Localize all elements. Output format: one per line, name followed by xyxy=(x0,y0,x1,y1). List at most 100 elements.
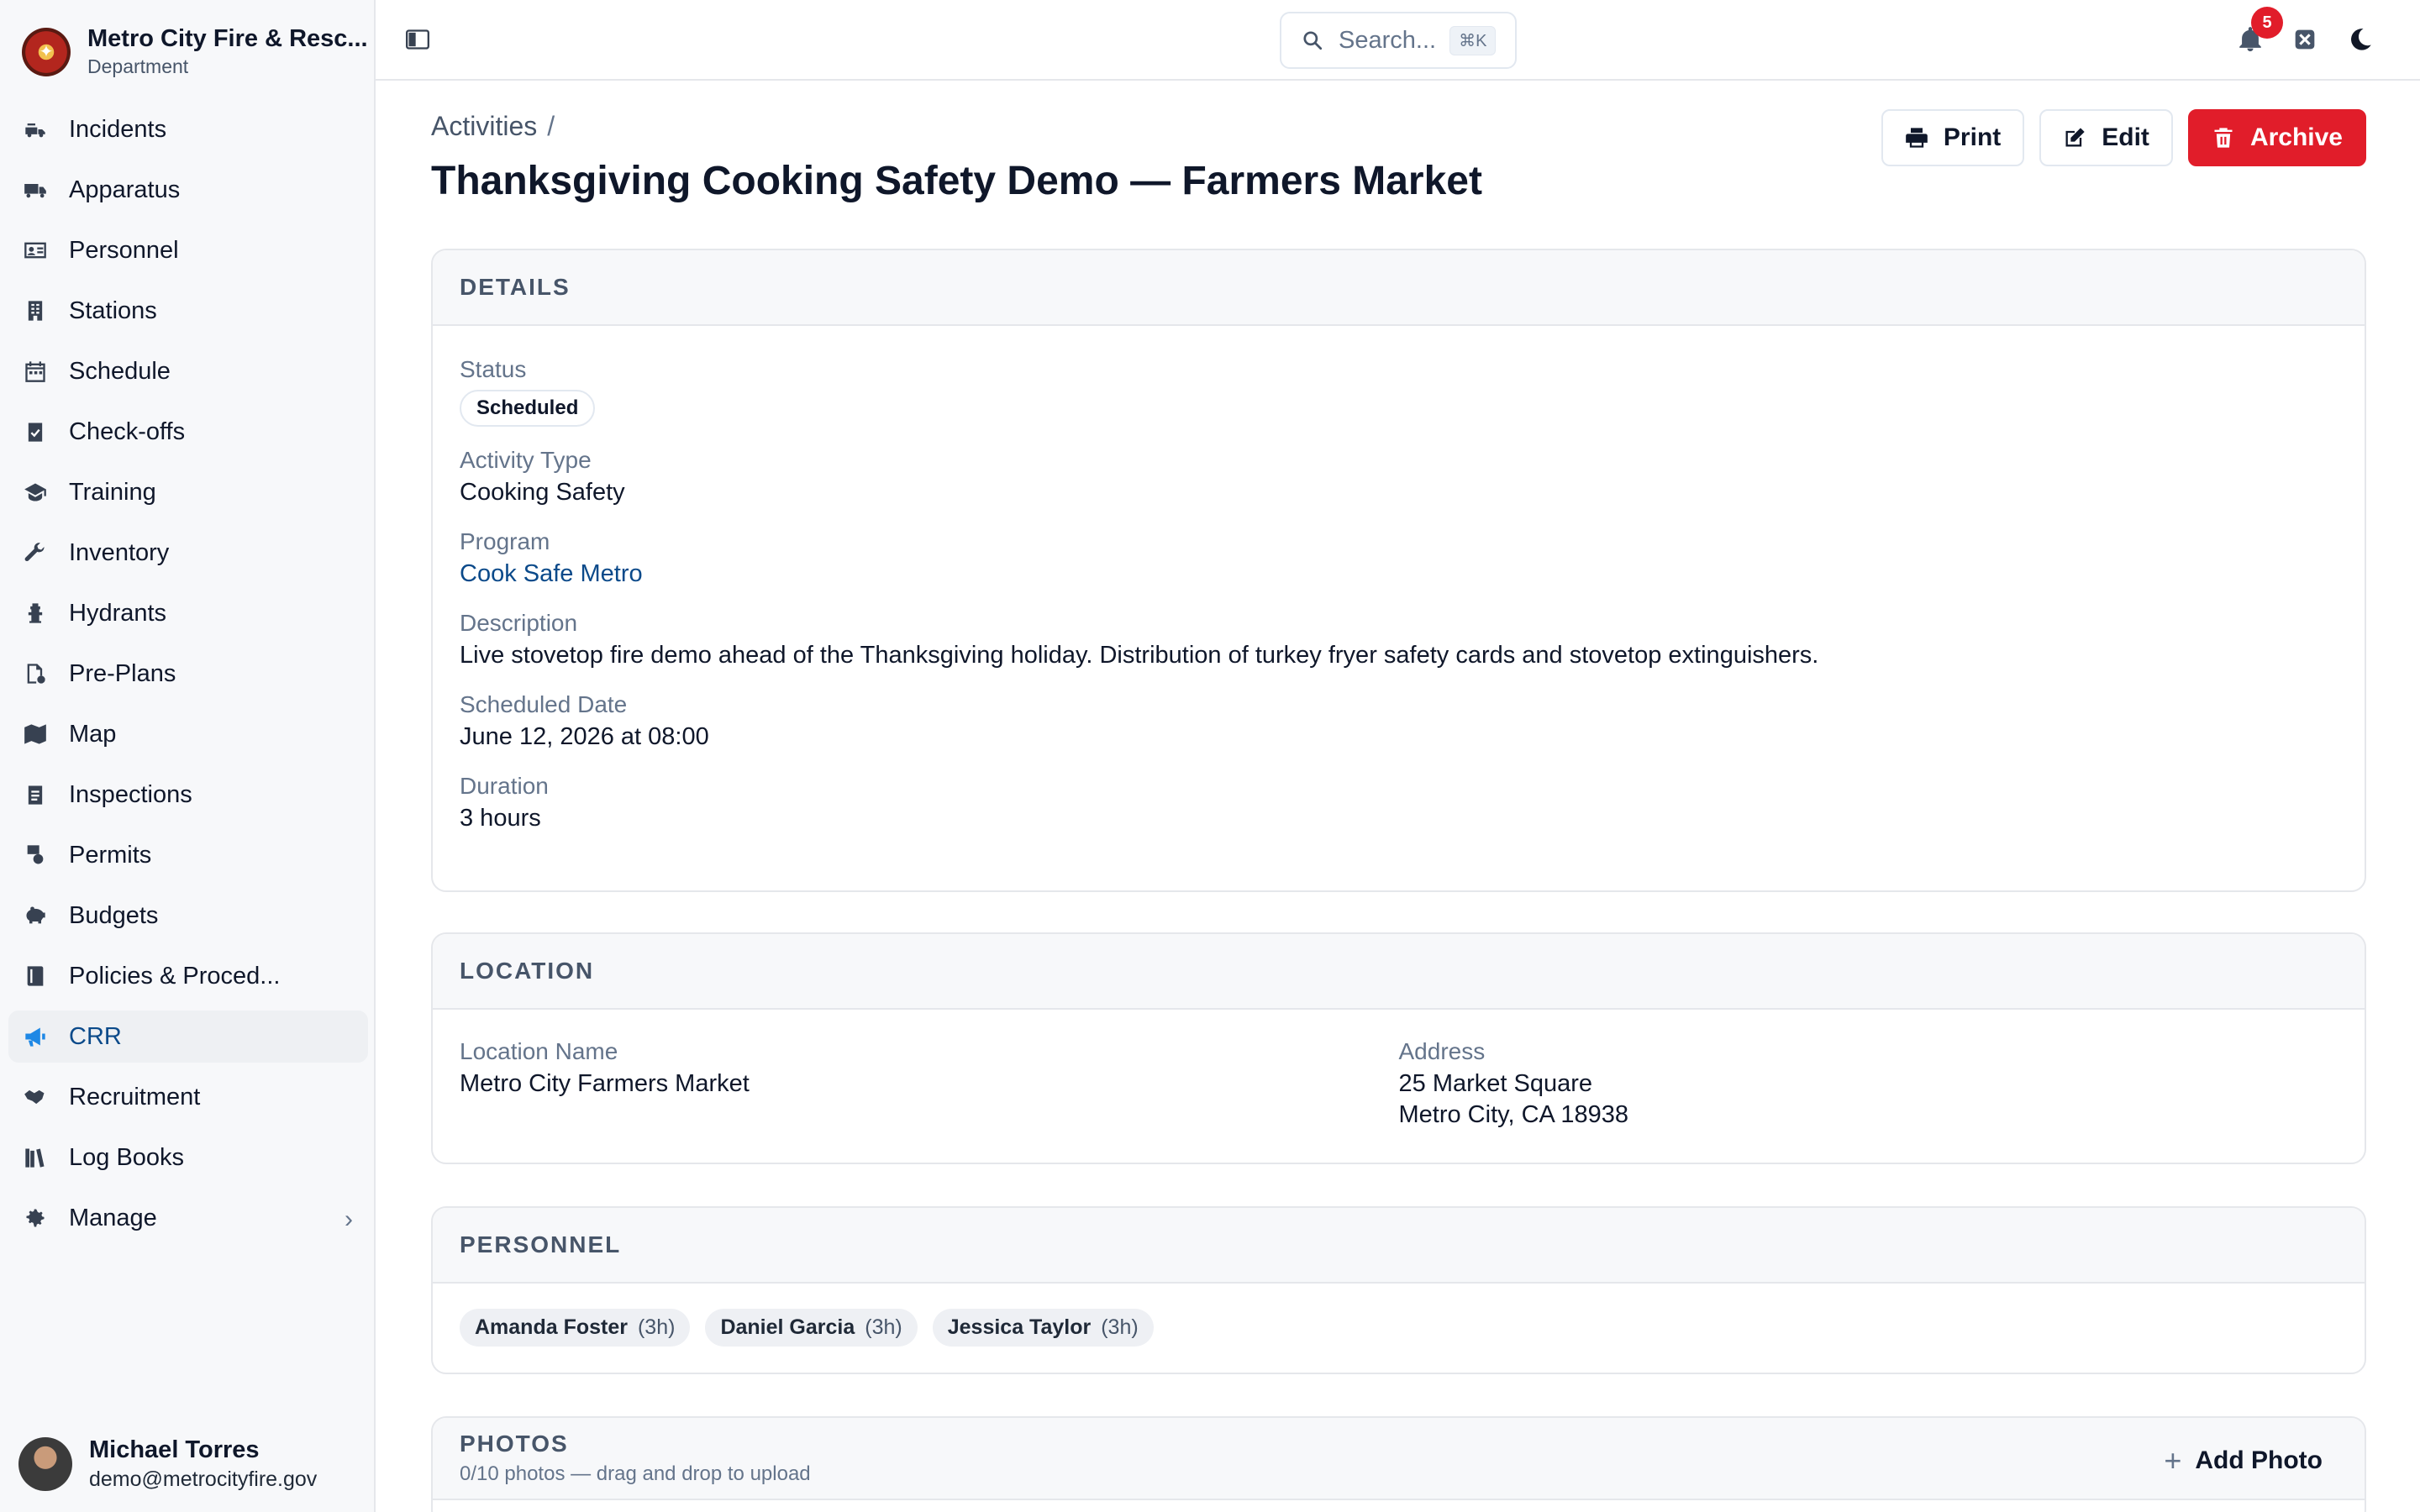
megaphone-icon xyxy=(22,1023,49,1050)
personnel-header: PERSONNEL xyxy=(433,1208,2365,1284)
search-input[interactable]: Search... ⌘K xyxy=(1280,12,1517,69)
add-photo-label: Add Photo xyxy=(2195,1446,2323,1474)
program-link[interactable]: Cook Safe Metro xyxy=(460,560,2338,588)
add-photo-button[interactable]: + Add Photo xyxy=(2164,1443,2323,1478)
sidebar-nav: Incidents Apparatus Personnel Stations Sched… xyxy=(8,103,368,1252)
map-icon xyxy=(22,721,49,748)
file-plan-icon xyxy=(22,660,49,687)
details-card: DETAILS Status Scheduled Activity Type C… xyxy=(431,249,2366,892)
location-name-value: Metro City Farmers Market xyxy=(460,1070,750,1097)
personnel-card: PERSONNEL Amanda Foster (3h) Daniel Garcia… xyxy=(431,1206,2366,1374)
duration-value: 3 hours xyxy=(460,805,541,832)
photos-card: PHOTOS 0/10 photos — drag and drop to up… xyxy=(431,1416,2366,1512)
personnel-hours: (3h) xyxy=(865,1315,902,1339)
brand-name: Metro City Fire & Resc... xyxy=(87,25,368,52)
location-name-label: Location Name xyxy=(460,1038,618,1064)
sidebar-item-label: Map xyxy=(69,720,117,748)
sidebar-item-label: Log Books xyxy=(69,1143,185,1171)
user-name: Michael Torres xyxy=(89,1436,260,1463)
theme-toggle-button[interactable] xyxy=(2346,25,2375,54)
search-icon xyxy=(1303,31,1323,50)
graduation-cap-icon xyxy=(22,479,49,506)
breadcrumb-separator: / xyxy=(547,111,555,141)
avatar xyxy=(18,1437,72,1491)
address-line-2: Metro City, CA 18938 xyxy=(1398,1101,1628,1128)
scheduled-date-label: Scheduled Date xyxy=(460,691,628,717)
sidebar-item-schedule[interactable]: Schedule xyxy=(8,345,368,397)
plus-icon: + xyxy=(2164,1443,2182,1478)
page-title: Thanksgiving Cooking Safety Demo — Farme… xyxy=(431,159,1482,203)
sidebar-item-crr[interactable]: CRR xyxy=(8,1011,368,1063)
sidebar-item-policies-proced[interactable]: Policies & Proced... xyxy=(8,950,368,1002)
sidebar-item-inventory[interactable]: Inventory xyxy=(8,527,368,579)
sidebar-item-inspections[interactable]: Inspections xyxy=(8,769,368,821)
permit-icon xyxy=(22,842,49,869)
sidebar-item-check-offs[interactable]: Check-offs xyxy=(8,406,368,458)
sidebar-item-incidents[interactable]: Incidents xyxy=(8,103,368,155)
personnel-hours: (3h) xyxy=(637,1315,676,1339)
user-profile[interactable]: Michael Torres demo@metrocityfire.gov xyxy=(18,1436,317,1492)
sidebar-item-manage[interactable]: Manage › xyxy=(8,1192,368,1244)
clipboard-check-icon xyxy=(22,418,49,445)
id-card-icon xyxy=(22,237,49,264)
personnel-name: Jessica Taylor xyxy=(947,1315,1092,1339)
sidebar-item-recruitment[interactable]: Recruitment xyxy=(8,1071,368,1123)
sidebar-item-label: Hydrants xyxy=(69,599,167,627)
edit-icon xyxy=(2065,128,2085,147)
personnel-chip[interactable]: Jessica Taylor (3h) xyxy=(932,1309,1154,1347)
sidebar-item-permits[interactable]: Permits xyxy=(8,829,368,881)
sidebar-item-pre-plans[interactable]: Pre-Plans xyxy=(8,648,368,700)
location-name-field: Location Name Metro City Farmers Market xyxy=(460,1038,1399,1129)
gear-icon xyxy=(22,1205,49,1231)
photos-header: PHOTOS 0/10 photos — drag and drop to up… xyxy=(433,1418,2365,1500)
archive-label: Archive xyxy=(2249,123,2343,151)
breadcrumb-activities-link[interactable]: Activities xyxy=(431,111,537,141)
sidebar-item-map[interactable]: Map xyxy=(8,708,368,760)
address-label: Address xyxy=(1398,1038,1486,1064)
sidebar-item-apparatus[interactable]: Apparatus xyxy=(8,164,368,216)
sidebar-item-label: Budgets xyxy=(69,901,159,929)
program-label: Program xyxy=(460,528,550,554)
location-card: LOCATION Location Name Metro City Farmer… xyxy=(431,932,2366,1164)
sidebar-item-label: Apparatus xyxy=(69,176,181,203)
settings-button[interactable] xyxy=(2291,25,2319,54)
activity-type-field: Activity Type Cooking Safety xyxy=(460,447,2338,507)
sidebar-item-label: Pre-Plans xyxy=(69,659,176,687)
personnel-name: Daniel Garcia xyxy=(720,1315,855,1339)
scheduled-date-value: June 12, 2026 at 08:00 xyxy=(460,723,709,750)
breadcrumb: Activities / xyxy=(431,111,555,142)
personnel-list: Amanda Foster (3h) Daniel Garcia (3h) Jessic… xyxy=(460,1309,2338,1347)
personnel-chip[interactable]: Amanda Foster (3h) xyxy=(460,1309,691,1347)
program-field: Program Cook Safe Metro xyxy=(460,528,2338,588)
sidebar-item-personnel[interactable]: Personnel xyxy=(8,224,368,276)
sidebar-item-label: Stations xyxy=(69,297,157,324)
duration-label: Duration xyxy=(460,773,549,799)
settings-icon xyxy=(2295,29,2315,50)
wrench-icon xyxy=(22,539,49,566)
location-header: LOCATION xyxy=(433,934,2365,1010)
building-icon xyxy=(22,297,49,324)
notifications-button[interactable]: 5 xyxy=(2236,7,2283,54)
sidebar-item-stations[interactable]: Stations xyxy=(8,285,368,337)
sidebar-toggle-icon[interactable] xyxy=(406,29,429,50)
sidebar-item-training[interactable]: Training xyxy=(8,466,368,518)
personnel-chip[interactable]: Daniel Garcia (3h) xyxy=(705,1309,918,1347)
status-field: Status Scheduled xyxy=(460,356,2338,427)
status-label: Status xyxy=(460,356,527,382)
calendar-icon xyxy=(22,358,49,385)
print-button[interactable]: Print xyxy=(1881,109,2025,166)
sidebar-item-label: Recruitment xyxy=(69,1083,201,1110)
notification-count-badge: 5 xyxy=(2251,7,2283,39)
personnel-title: PERSONNEL xyxy=(460,1231,622,1257)
brand-subtitle: Department xyxy=(87,55,189,77)
brand[interactable]: ✦ Metro City Fire & Resc... Department xyxy=(22,25,368,78)
archive-button[interactable]: Archive xyxy=(2187,109,2366,166)
sidebar: ✦ Metro City Fire & Resc... Department I… xyxy=(0,0,376,1512)
edit-button[interactable]: Edit xyxy=(2039,109,2173,166)
sidebar-item-budgets[interactable]: Budgets xyxy=(8,890,368,942)
details-title: DETAILS xyxy=(460,274,571,300)
sidebar-item-log-books[interactable]: Log Books xyxy=(8,1131,368,1184)
department-logo: ✦ xyxy=(22,27,71,76)
sidebar-item-hydrants[interactable]: Hydrants xyxy=(8,587,368,639)
details-header: DETAILS xyxy=(433,250,2365,326)
